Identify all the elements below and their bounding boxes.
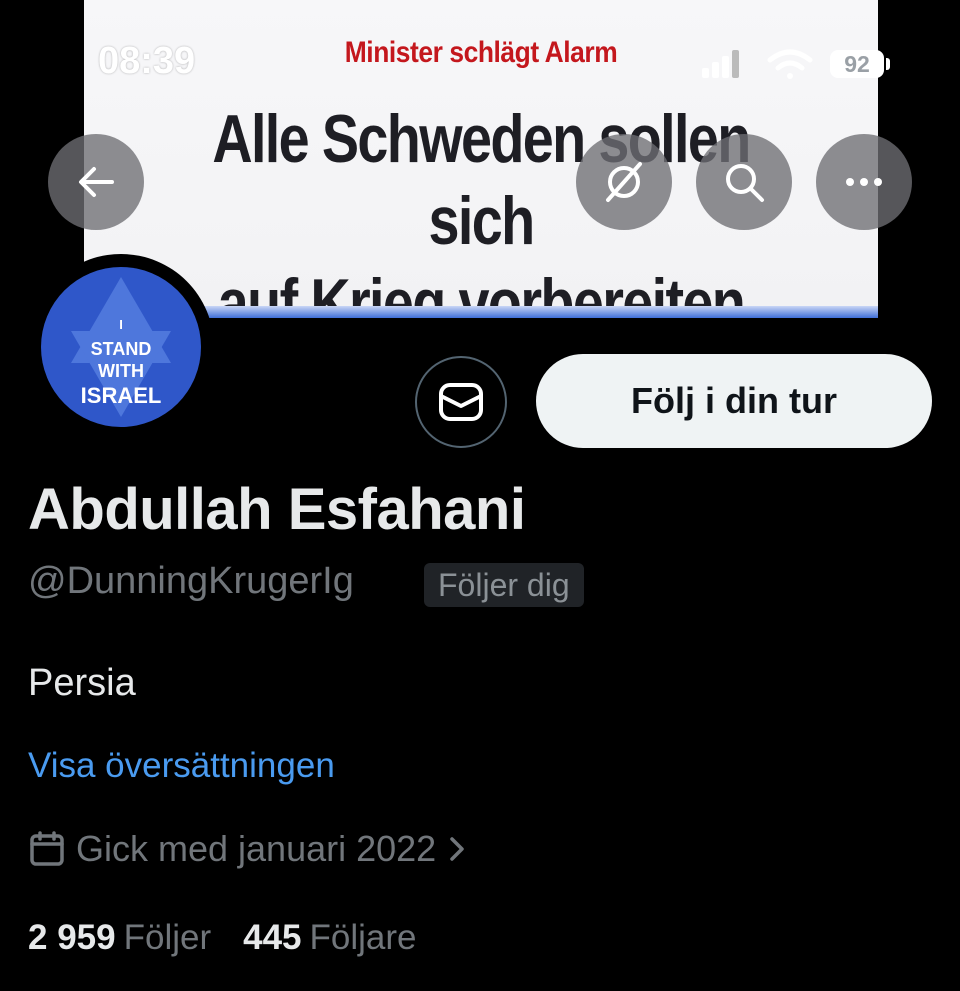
- calendar-icon: [30, 831, 64, 866]
- translate-link[interactable]: Visa översättningen: [28, 746, 335, 786]
- followers-stat[interactable]: 445 Följare: [243, 918, 416, 958]
- avatar-text-4: ISRAEL: [80, 383, 162, 408]
- bio: Persia: [28, 662, 136, 704]
- wifi-icon: [767, 49, 813, 79]
- search-icon: [726, 164, 764, 202]
- joined-row[interactable]: Gick med januari 2022: [28, 828, 466, 870]
- follows-you-badge: Följer dig: [424, 563, 584, 607]
- arrow-left-icon: [79, 167, 114, 197]
- envelope-icon: [439, 383, 483, 421]
- profile-screen: Minister schlägt Alarm Alle Schweden sol…: [0, 0, 960, 991]
- follow-stats: 2 959 Följer 445 Följare: [28, 918, 449, 958]
- avatar[interactable]: I STAND WITH ISRAEL: [41, 267, 201, 427]
- following-stat[interactable]: 2 959 Följer: [28, 918, 211, 958]
- follow-back-button[interactable]: Följ i din tur: [536, 354, 932, 448]
- grok-icon: [606, 162, 642, 202]
- grok-button[interactable]: [576, 134, 672, 230]
- avatar-ring: I STAND WITH ISRAEL: [28, 254, 214, 440]
- handle: @DunningKrugerIg: [28, 560, 354, 602]
- avatar-text-2: STAND: [90, 339, 152, 359]
- back-button[interactable]: [48, 134, 144, 230]
- status-icons: [702, 49, 813, 79]
- chevron-right-icon: [450, 837, 464, 861]
- following-count: 2 959: [28, 918, 116, 957]
- avatar-text-1: I: [119, 317, 123, 332]
- followers-label: Följare: [309, 918, 417, 957]
- more-button[interactable]: [816, 134, 912, 230]
- display-name: Abdullah Esfahani: [28, 477, 526, 542]
- search-button[interactable]: [696, 134, 792, 230]
- message-button[interactable]: [415, 356, 507, 448]
- joined-date: Gick med januari 2022: [76, 828, 437, 869]
- following-label: Följer: [123, 918, 212, 957]
- status-time: 08:39: [98, 40, 196, 82]
- followers-count: 445: [243, 918, 302, 957]
- signal-icon: [702, 50, 739, 78]
- more-horizontal-icon: [846, 178, 882, 186]
- battery-indicator: 92: [830, 50, 884, 78]
- battery-tip: [886, 58, 890, 70]
- avatar-text-3: WITH: [98, 361, 144, 381]
